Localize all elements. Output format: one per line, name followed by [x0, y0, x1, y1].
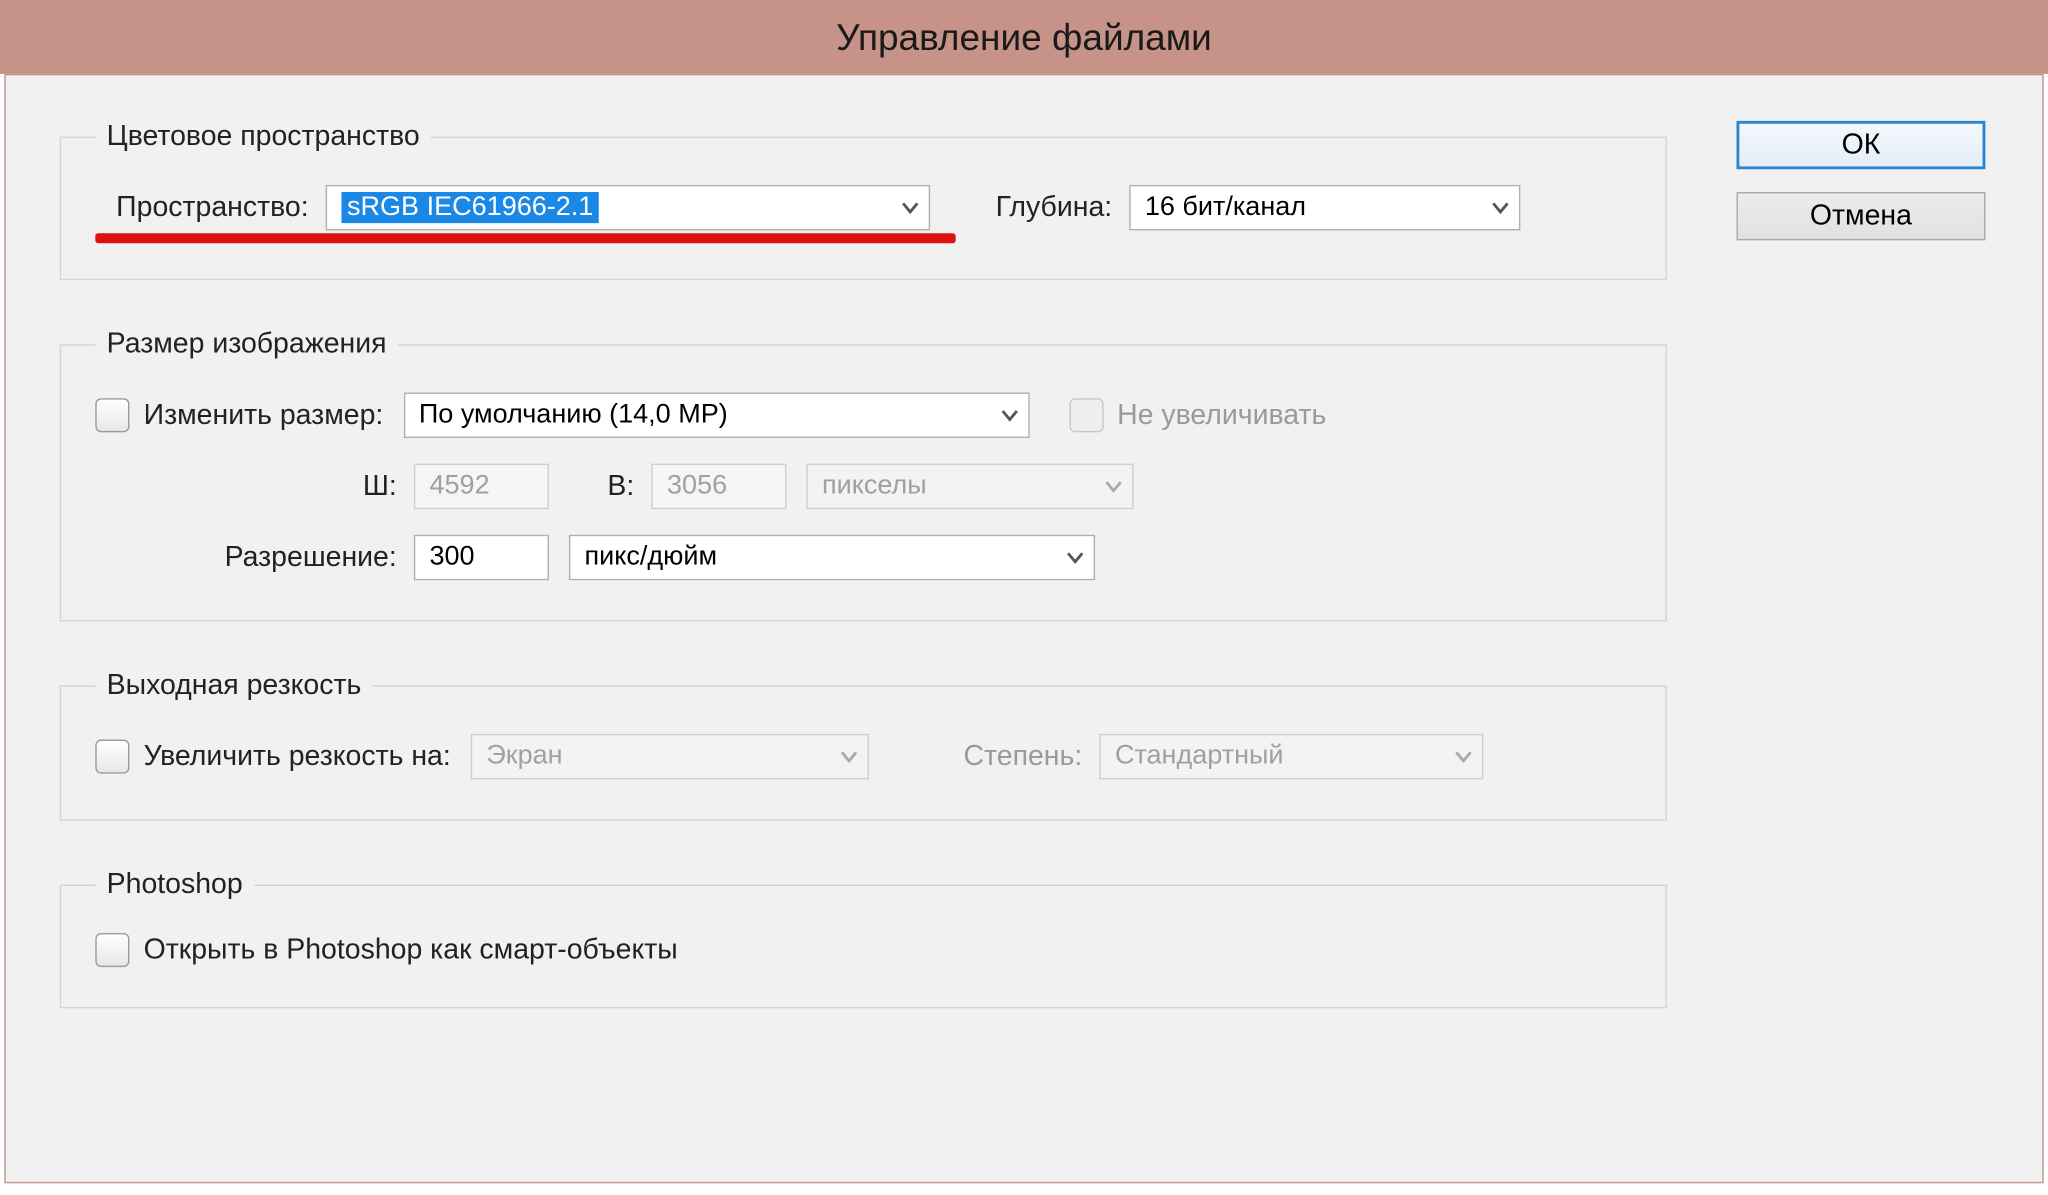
depth-label: Глубина: [956, 191, 1112, 224]
resize-label: Изменить размер: [144, 399, 384, 432]
height-input [651, 464, 786, 510]
space-select[interactable]: sRGB IEC61966-2.1 [326, 185, 930, 231]
chevron-down-icon [999, 405, 1019, 425]
chevron-down-icon [1104, 476, 1124, 496]
smart-objects-checkbox[interactable] [95, 933, 129, 967]
smart-objects-label: Открыть в Photoshop как смарт-объекты [144, 934, 678, 967]
chevron-down-icon [900, 198, 920, 218]
size-unit-select: пикселы [806, 464, 1133, 510]
sharpen-amount-value: Стандартный [1115, 741, 1442, 772]
sharpen-checkbox[interactable] [95, 740, 129, 774]
no-upscale-label: Не увеличивать [1117, 399, 1326, 432]
group-output-sharpening-legend: Выходная резкость [95, 670, 372, 703]
resolution-unit-value: пикс/дюйм [585, 542, 1054, 573]
group-output-sharpening: Выходная резкость Увеличить резкость на:… [60, 670, 1667, 821]
width-label: Ш: [95, 470, 397, 503]
depth-select[interactable]: 16 бит/канал [1129, 185, 1520, 231]
resize-checkbox[interactable] [95, 398, 129, 432]
window-title: Управление файлами [836, 15, 1212, 59]
resolution-unit-select[interactable]: пикс/дюйм [569, 535, 1095, 581]
group-image-size: Размер изображения Изменить размер: По у… [60, 329, 1667, 622]
cancel-button[interactable]: Отмена [1737, 192, 1986, 240]
group-color-space: Цветовое пространство Пространство: sRGB… [60, 121, 1667, 280]
group-photoshop-legend: Photoshop [95, 869, 254, 902]
group-photoshop: Photoshop Открыть в Photoshop как смарт-… [60, 869, 1667, 1008]
sharpen-for-select: Экран [471, 734, 869, 780]
width-input [414, 464, 549, 510]
chevron-down-icon [839, 747, 859, 767]
resolution-input[interactable] [414, 535, 549, 581]
resolution-label: Разрешение: [95, 541, 397, 574]
sharpen-for-label: Увеличить резкость на: [144, 740, 451, 773]
group-image-size-legend: Размер изображения [95, 329, 398, 362]
no-upscale-checkbox [1069, 398, 1103, 432]
height-label: В: [563, 470, 634, 503]
sharpen-amount-label: Степень: [897, 740, 1082, 773]
ok-button[interactable]: ОК [1737, 121, 1986, 169]
resize-preset-value: По умолчанию (14,0 МР) [419, 400, 988, 431]
sharpen-for-value: Экран [486, 741, 827, 772]
sharpen-amount-select: Стандартный [1099, 734, 1483, 780]
space-select-value: sRGB IEC61966-2.1 [341, 192, 599, 223]
window-titlebar: Управление файлами [0, 0, 2048, 74]
resize-preset-select[interactable]: По умолчанию (14,0 МР) [403, 393, 1029, 439]
depth-select-value: 16 бит/канал [1145, 192, 1479, 223]
chevron-down-icon [1490, 198, 1510, 218]
chevron-down-icon [1453, 747, 1473, 767]
group-color-space-legend: Цветовое пространство [95, 121, 431, 154]
size-unit-value: пикселы [822, 471, 1092, 502]
annotation-underline [95, 233, 955, 243]
space-label: Пространство: [95, 191, 308, 224]
chevron-down-icon [1065, 548, 1085, 568]
